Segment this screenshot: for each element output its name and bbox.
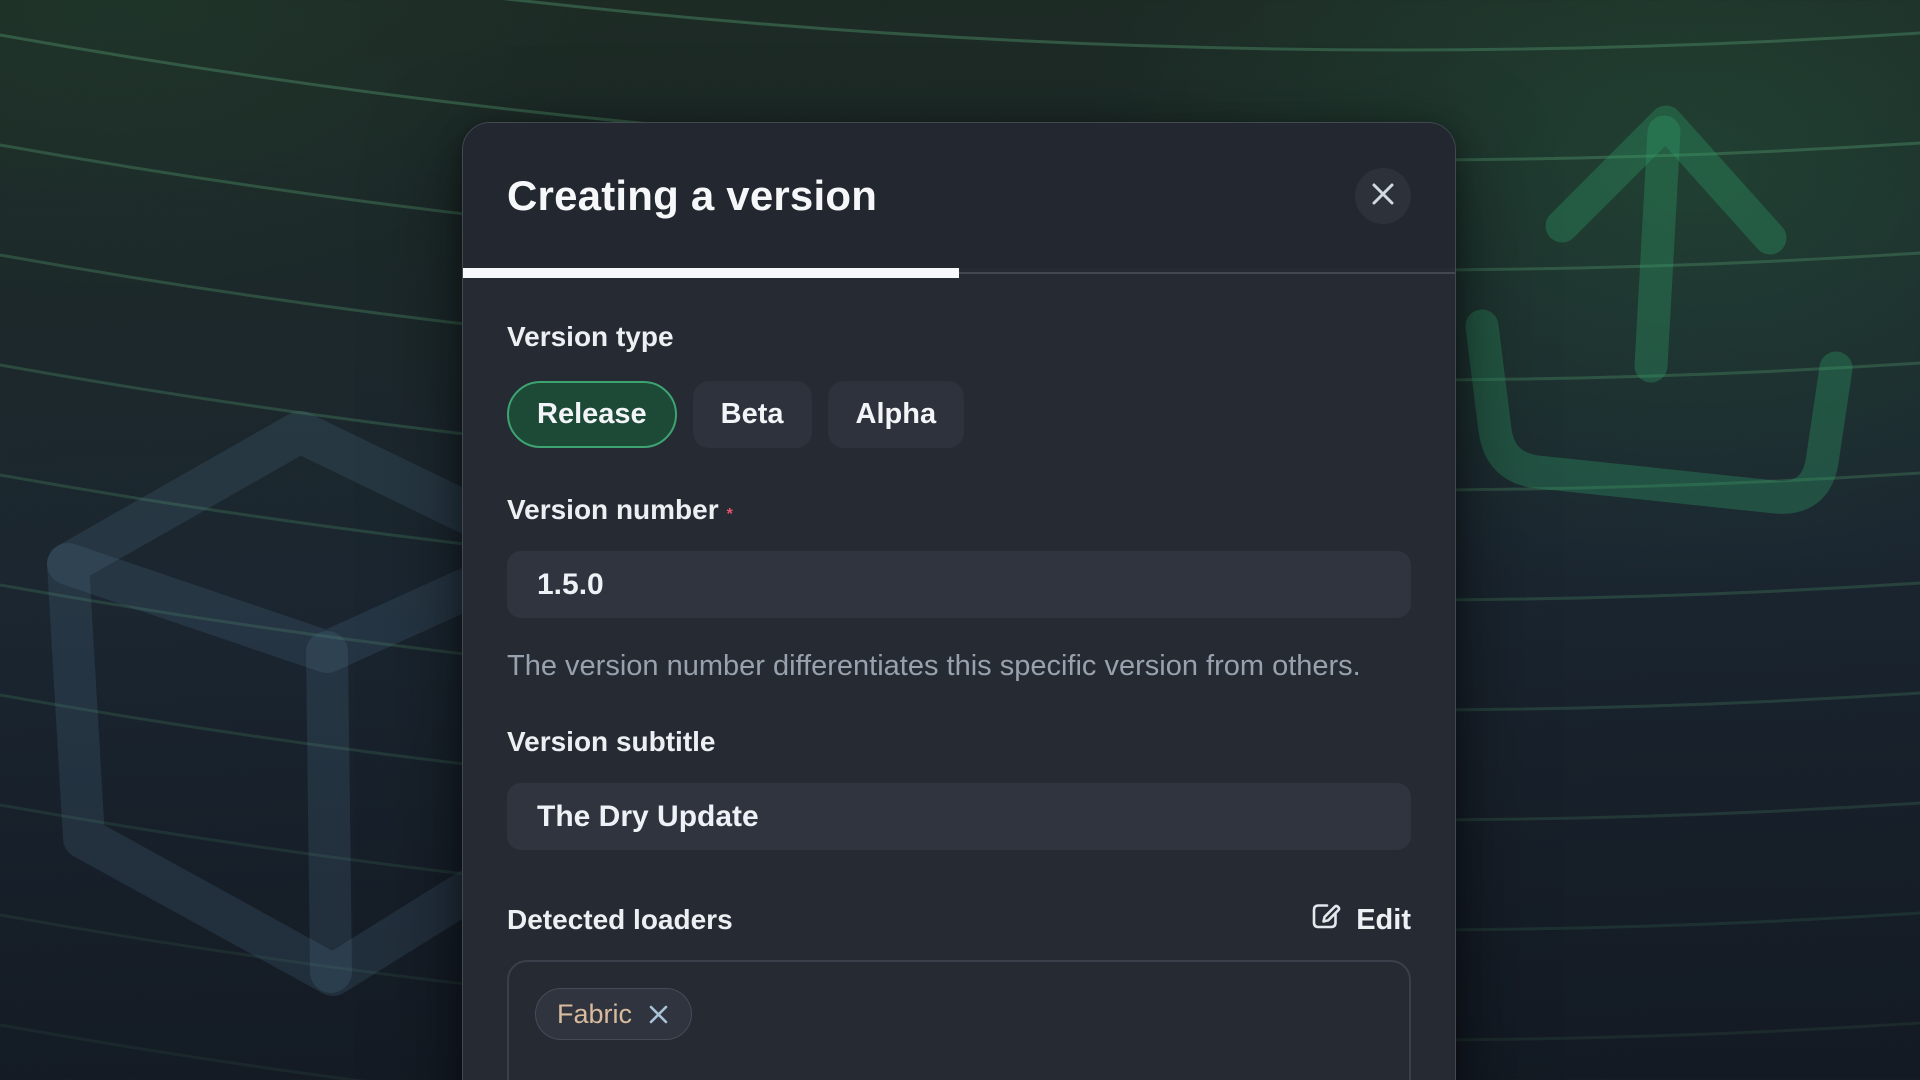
required-asterisk: * — [727, 506, 733, 523]
version-number-helper-text: The version number differentiates this s… — [507, 645, 1387, 688]
modal-header: Creating a version — [463, 123, 1455, 268]
loader-chip-fabric[interactable]: Fabric — [535, 988, 692, 1040]
upload-arrow-decoration — [1482, 122, 1836, 497]
version-number-label-row: Version number * — [507, 496, 1411, 524]
detected-loaders-box: Fabric — [507, 960, 1411, 1080]
version-type-alpha-button[interactable]: Alpha — [828, 381, 965, 448]
version-number-label: Version number — [507, 494, 719, 525]
loader-chip-label: Fabric — [557, 999, 632, 1030]
pencil-square-icon — [1307, 898, 1343, 942]
close-icon — [1370, 181, 1396, 210]
version-subtitle-label: Version subtitle — [507, 728, 1411, 756]
version-type-options: Release Beta Alpha — [507, 381, 1411, 448]
version-number-input[interactable] — [507, 551, 1411, 618]
version-type-release-button[interactable]: Release — [507, 381, 677, 448]
modal-title: Creating a version — [507, 172, 877, 220]
version-type-label: Version type — [507, 323, 1411, 351]
edit-button-label: Edit — [1356, 904, 1411, 937]
remove-loader-icon[interactable] — [647, 1003, 670, 1026]
step-progress-fill — [463, 268, 959, 278]
detected-loaders-label: Detected loaders — [507, 906, 733, 934]
edit-loaders-button[interactable]: Edit — [1307, 898, 1411, 942]
version-type-beta-button[interactable]: Beta — [693, 381, 812, 448]
step-progress-bar — [463, 268, 1455, 278]
create-version-modal: Creating a version Version type Release … — [462, 122, 1456, 1080]
detected-loaders-row: Detected loaders Edit — [507, 898, 1411, 942]
close-button[interactable] — [1355, 168, 1411, 224]
modal-body: Version type Release Beta Alpha Version … — [463, 278, 1455, 1080]
version-subtitle-input[interactable] — [507, 783, 1411, 850]
